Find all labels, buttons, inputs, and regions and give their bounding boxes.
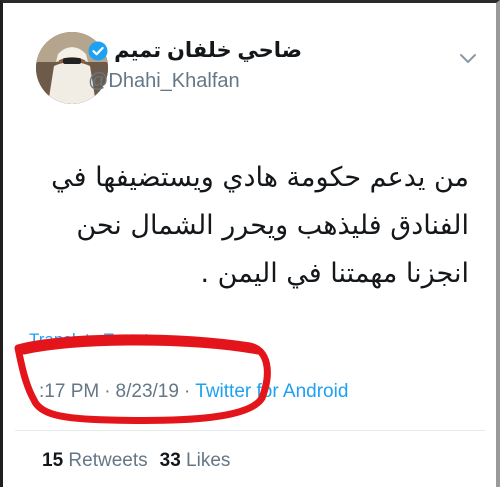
tweet-date[interactable]: 8/23/19: [116, 381, 179, 402]
tweet-text-line: الفنادق فليذهب ويحرر الشمال نحن: [76, 210, 469, 241]
separator: ·: [104, 381, 111, 402]
likes-label: Likes: [186, 450, 231, 471]
retweets-label: Retweets: [68, 450, 148, 471]
display-name: ضاحي خلفان تميم: [114, 39, 302, 62]
verified-badge-icon: [88, 41, 108, 61]
tweet-source-link[interactable]: Twitter for Android: [195, 381, 348, 402]
likes-count: 33: [159, 450, 181, 471]
chevron-down-icon[interactable]: [459, 52, 477, 64]
divider: [15, 430, 485, 431]
engagement-stats: 15 Retweets 33 Likes: [42, 450, 230, 472]
tweet-metadata: :17 PM · 8/23/19 · Twitter for Android: [39, 381, 348, 403]
tweet-text-line: انجزنا مهمتنا في اليمن .: [200, 258, 469, 289]
author-names: ضاحي خلفان تميم @Dhahi_Khalfan: [88, 38, 302, 93]
tweet-text: من يدعم حكومة هادي ويستضيفها في الفنادق …: [14, 154, 469, 298]
user-handle[interactable]: @Dhahi_Khalfan: [88, 70, 302, 93]
tweet-time: :17 PM: [39, 381, 100, 402]
display-name-row[interactable]: ضاحي خلفان تميم: [88, 38, 302, 63]
tweet-card: ضاحي خلفان تميم @Dhahi_Khalfan من يدعم ح…: [14, 14, 485, 474]
separator: ·: [183, 381, 191, 402]
tweet-text-line: من يدعم حكومة هادي ويستضيفها في: [51, 162, 469, 193]
translate-tweet-link[interactable]: Translate Tweet: [29, 330, 149, 350]
retweets-count: 15: [42, 450, 64, 471]
retweets-stat[interactable]: 15 Retweets: [42, 450, 148, 471]
likes-stat[interactable]: 33 Likes: [160, 450, 231, 471]
